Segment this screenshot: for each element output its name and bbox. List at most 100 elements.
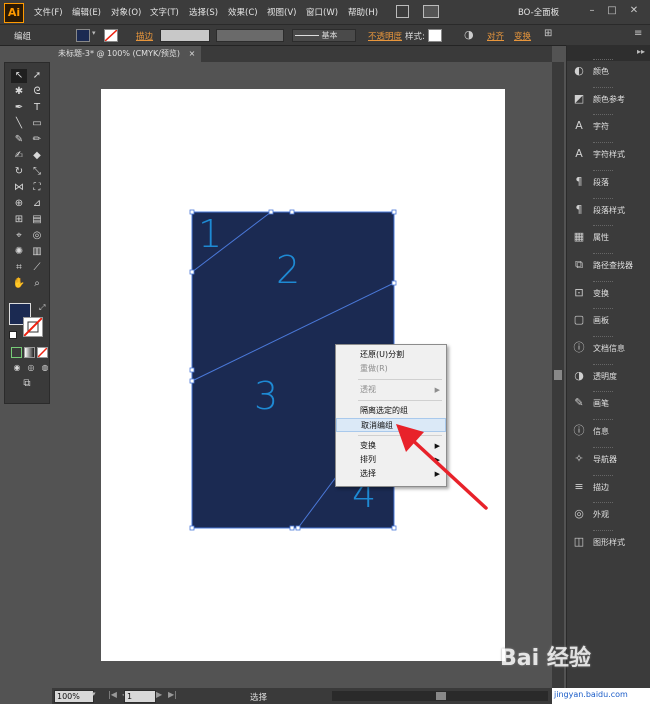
menu-window[interactable]: 窗口(W) [306, 6, 338, 18]
paintbrush-tool-icon[interactable]: ✎ [11, 133, 27, 147]
recolor-icon[interactable]: ◑ [464, 28, 474, 41]
draw-inside-icon[interactable]: ◍ [37, 361, 53, 375]
slice-tool-icon[interactable]: ⟋ [29, 261, 45, 275]
panel-tab-pathfinder[interactable]: ⧉ 路径查找器 [566, 252, 650, 278]
arrange-documents-icon[interactable] [423, 5, 439, 18]
stroke-color-box[interactable] [23, 317, 43, 337]
artboard-tool-icon[interactable]: ⌗ [11, 261, 27, 275]
transparency-icon: ◑ [574, 368, 584, 382]
collapse-dock-icon[interactable]: ▸▸ [637, 47, 645, 56]
panel-tab-info[interactable]: ⓘ 信息 [566, 418, 650, 444]
stroke-weight-field[interactable] [160, 29, 210, 42]
panel-tab-color-guide[interactable]: ◩ 颜色参考 [566, 86, 650, 112]
panel-tab-doc-info[interactable]: ⓘ 文档信息 [566, 335, 650, 361]
swap-colors-icon[interactable]: ⤢ [39, 303, 45, 313]
rotate-tool-icon[interactable]: ↻ [11, 165, 27, 179]
panel-tab-paragraph[interactable]: ¶ 段落 [566, 169, 650, 195]
minimize-icon[interactable]: – [585, 5, 599, 17]
none-mode-icon[interactable] [37, 347, 48, 358]
stroke-link[interactable]: 描边 [136, 30, 153, 42]
menu-type[interactable]: 文字(T) [150, 6, 179, 18]
selection-tool-icon[interactable]: ↖ [11, 69, 27, 83]
direct-selection-tool-icon[interactable]: ➚ [29, 69, 45, 83]
transform-link[interactable]: 变换 [514, 30, 531, 42]
pencil-tool-icon[interactable]: ✏ [29, 133, 45, 147]
first-page-icon[interactable]: |◀ [108, 690, 117, 699]
blend-tool-icon[interactable]: ◎ [29, 229, 45, 243]
isolate-group-icon[interactable]: ⊞ [544, 28, 552, 39]
panel-tab-graphic-style[interactable]: ◫ 图形样式 [566, 529, 650, 555]
fill-swatch[interactable] [76, 29, 90, 42]
maximize-icon[interactable]: □ [605, 5, 619, 17]
panel-tab-character-style[interactable]: A 字符样式 [566, 141, 650, 167]
eyedropper-tool-icon[interactable]: ⌖ [11, 229, 27, 243]
last-page-icon[interactable]: ▶| [168, 690, 177, 699]
mesh-tool-icon[interactable]: ⊞ [11, 213, 27, 227]
panel-tab-paragraph-style[interactable]: ¶ 段落样式 [566, 197, 650, 223]
lasso-tool-icon[interactable]: ᘓ [29, 85, 45, 99]
column-graph-tool-icon[interactable]: ▥ [29, 245, 45, 259]
zoom-field[interactable]: 100% [54, 690, 94, 703]
panel-tab-navigator[interactable]: ✧ 导航器 [566, 446, 650, 472]
page-field[interactable]: 1 [124, 690, 156, 703]
panel-tab-stroke[interactable]: ≡ 描边 [566, 474, 650, 500]
horizontal-scrollbar[interactable] [332, 691, 548, 701]
menu-undo-split[interactable]: 还原(U)分割 [336, 348, 446, 362]
workspace-switcher[interactable]: BO-全面板 [518, 6, 559, 18]
variable-width-dropdown[interactable] [216, 29, 284, 42]
chevron-down-icon[interactable]: ▾ [92, 29, 96, 37]
eraser-tool-icon[interactable]: ◆ [29, 149, 45, 163]
hand-tool-icon[interactable]: ✋ [11, 277, 27, 291]
menu-select[interactable]: 选择(S) [189, 6, 218, 18]
menu-redo[interactable]: 重做(R) [336, 362, 446, 376]
panel-tab-character[interactable]: A 字符 [566, 113, 650, 139]
panel-tab-color[interactable]: ◐ 颜色 [566, 58, 650, 84]
stroke-swatch[interactable] [104, 29, 118, 42]
screen-mode-icon[interactable]: ⧉ [19, 377, 35, 391]
opacity-link[interactable]: 不透明度 [368, 30, 402, 42]
free-transform-tool-icon[interactable]: ⛶ [29, 181, 45, 195]
gradient-mode-icon[interactable] [24, 347, 35, 358]
blob-brush-tool-icon[interactable]: ✍ [11, 149, 27, 163]
graphic-style-swatch[interactable] [428, 29, 442, 42]
next-page-icon[interactable]: ▶ [156, 690, 162, 699]
horizontal-scroll-thumb[interactable] [436, 692, 446, 700]
document-tab[interactable]: 未标题-3* @ 100% (CMYK/预览) × [52, 46, 202, 62]
shape-builder-tool-icon[interactable]: ⊕ [11, 197, 27, 211]
rectangle-tool-icon[interactable]: ▭ [29, 117, 45, 131]
zoom-tool-icon[interactable]: ⌕ [29, 277, 45, 291]
menu-object[interactable]: 对象(O) [111, 6, 141, 18]
menu-view[interactable]: 视图(V) [267, 6, 296, 18]
panel-tab-transform[interactable]: ⊡ 变换 [566, 280, 650, 306]
menu-edit[interactable]: 编辑(E) [72, 6, 101, 18]
panel-menu-icon[interactable]: ≡ [634, 28, 642, 39]
menu-effect[interactable]: 效果(C) [228, 6, 258, 18]
line-tool-icon[interactable]: ╲ [11, 117, 27, 131]
panel-tab-transparency[interactable]: ◑ 透明度 [566, 363, 650, 389]
perspective-grid-tool-icon[interactable]: ⊿ [29, 197, 45, 211]
menu-isolate-group[interactable]: 隔离选定的组 [336, 404, 446, 418]
panel-tab-appearance[interactable]: ◎ 外观 [566, 501, 650, 527]
pen-tool-icon[interactable]: ✒ [11, 101, 27, 115]
close-window-icon[interactable]: ✕ [627, 5, 641, 17]
panel-tab-attributes[interactable]: ▦ 属性 [566, 224, 650, 250]
scale-tool-icon[interactable]: ⤡ [29, 165, 45, 179]
type-tool-icon[interactable]: T [29, 101, 45, 115]
width-tool-icon[interactable]: ⋈ [11, 181, 27, 195]
panel-tab-brush[interactable]: ✎ 画笔 [566, 390, 650, 416]
bridge-icon[interactable] [396, 5, 409, 18]
color-mode-icon[interactable] [11, 347, 22, 358]
zoom-dropdown-icon[interactable]: ▾ [92, 690, 96, 698]
magic-wand-tool-icon[interactable]: ✱ [11, 85, 27, 99]
menu-help[interactable]: 帮助(H) [348, 6, 378, 18]
menu-perspective[interactable]: 透视 ▶ [336, 383, 446, 397]
symbol-sprayer-tool-icon[interactable]: ✺ [11, 245, 27, 259]
panel-tab-artboard[interactable]: ▢ 画板 [566, 307, 650, 333]
scrollbar-thumb[interactable] [554, 370, 562, 380]
brush-definition-dropdown[interactable]: 基本 [292, 29, 356, 42]
menu-file[interactable]: 文件(F) [34, 6, 63, 18]
close-tab-icon[interactable]: × [189, 49, 196, 58]
align-link[interactable]: 对齐 [487, 30, 504, 42]
default-colors-icon[interactable] [9, 331, 17, 339]
gradient-tool-icon[interactable]: ▤ [29, 213, 45, 227]
